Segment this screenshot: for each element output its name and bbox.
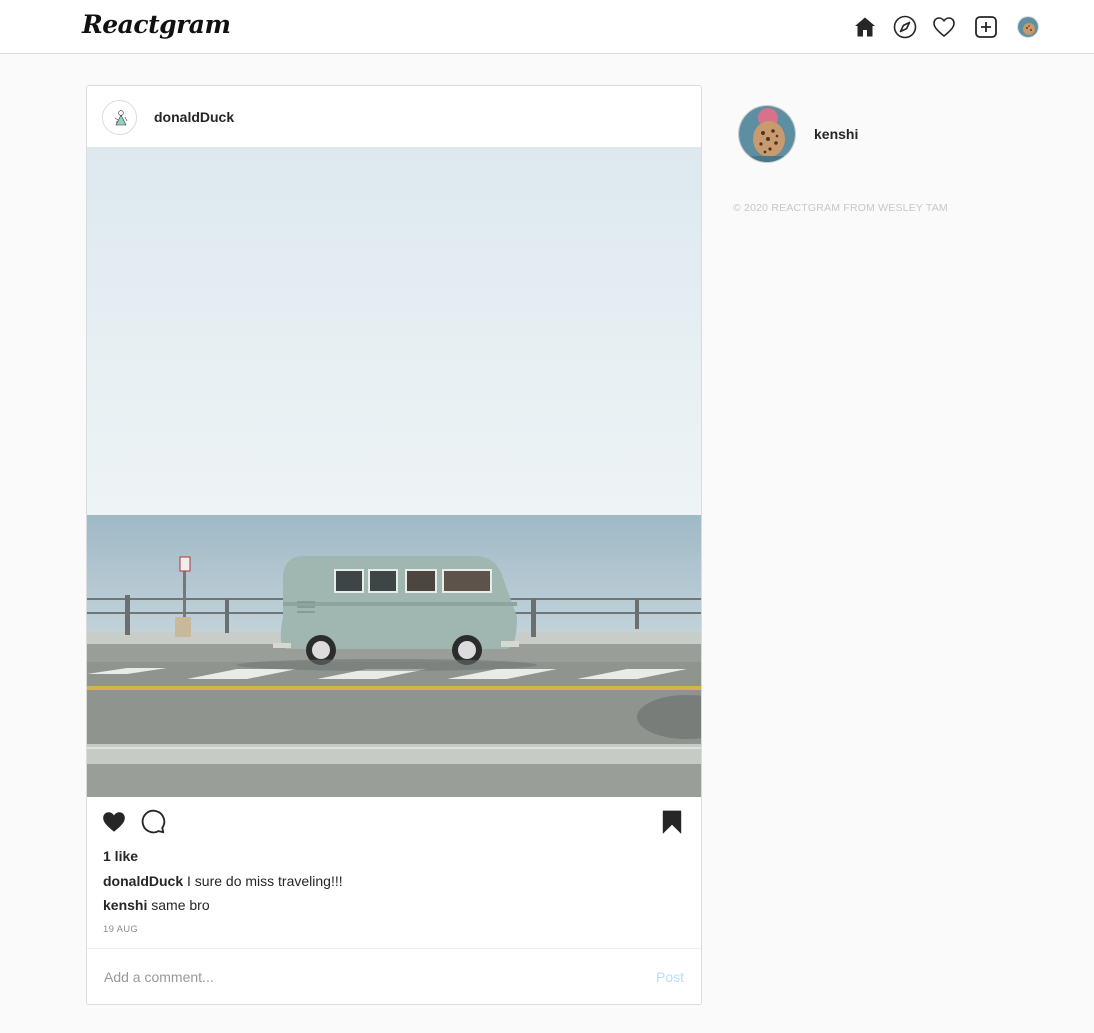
comment-item: kenshi same bro: [103, 897, 210, 913]
post-comment-button[interactable]: Post: [656, 969, 684, 985]
post-caption: donaldDuck I sure do miss traveling!!!: [103, 873, 343, 889]
likes-count[interactable]: 1 like: [103, 848, 138, 864]
comment-input[interactable]: [104, 965, 604, 989]
profile-avatar[interactable]: [1017, 16, 1039, 38]
new-post-icon[interactable]: [974, 15, 998, 39]
footer-copyright: © 2020 REACTGRAM FROM WESLEY TAM: [733, 202, 948, 214]
post-actions: [87, 806, 701, 836]
home-icon[interactable]: [853, 15, 877, 39]
caption-username[interactable]: donaldDuck: [103, 873, 183, 889]
explore-icon[interactable]: [893, 15, 917, 39]
app-logo[interactable]: Reactgram: [82, 10, 231, 39]
post-date[interactable]: 19 AUG: [103, 924, 138, 935]
post-author-avatar[interactable]: [102, 100, 137, 135]
comment-icon[interactable]: [140, 809, 166, 835]
top-navbar: Reactgram: [0, 0, 1094, 54]
sidebar-username[interactable]: kenshi: [814, 126, 858, 142]
post-author-username[interactable]: donaldDuck: [154, 109, 234, 125]
like-heart-icon[interactable]: [101, 809, 127, 835]
comment-text: same bro: [151, 897, 210, 913]
caption-text: I sure do miss traveling!!!: [187, 873, 343, 889]
post-photo[interactable]: [87, 147, 701, 797]
add-comment-section: Post: [87, 948, 701, 1004]
heart-icon[interactable]: [932, 15, 956, 39]
post-header: donaldDuck: [87, 86, 701, 148]
feed-post: donaldDuck 1 like donaldDuck I sure do m…: [86, 85, 702, 1005]
comment-username[interactable]: kenshi: [103, 897, 147, 913]
sidebar-user-avatar[interactable]: [738, 105, 796, 163]
bookmark-icon[interactable]: [659, 809, 685, 835]
